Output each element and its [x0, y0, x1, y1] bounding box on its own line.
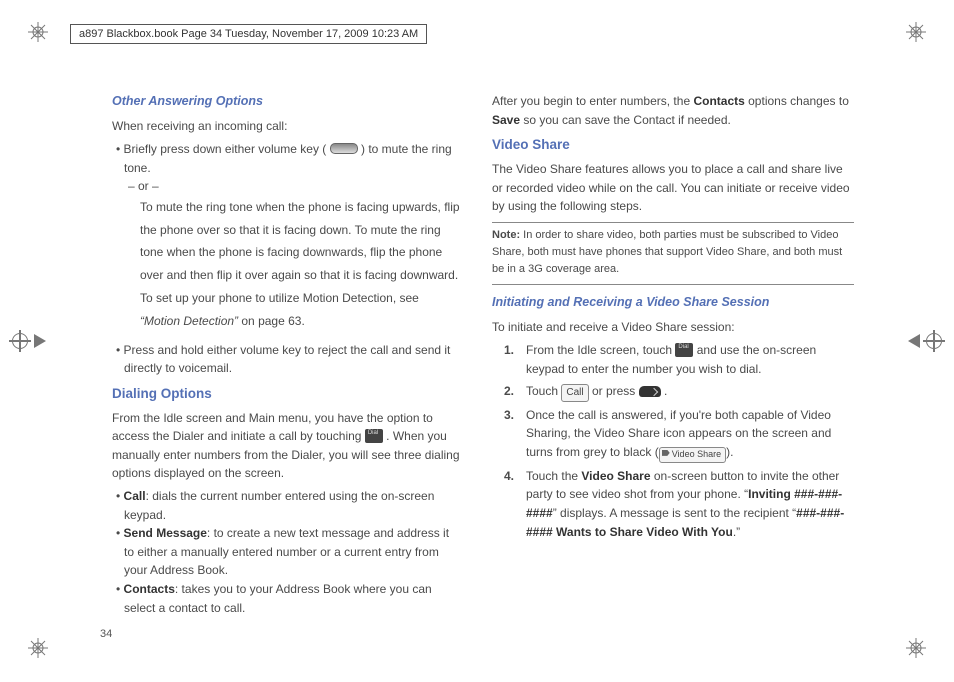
- motion-text: To mute the ring tone when the phone is …: [140, 200, 460, 305]
- heading-video-share: Video Share: [492, 135, 854, 156]
- call-label: Call: [124, 489, 146, 503]
- send-label: Send Message: [124, 526, 207, 540]
- heading-initiating-vs: Initiating and Receiving a Video Share S…: [492, 293, 854, 312]
- dialing-intro-pre: From the Idle screen and Main menu, you …: [112, 411, 433, 444]
- step-number-2: 2.: [504, 382, 526, 402]
- or-divider: – or –: [128, 177, 462, 196]
- motion-detection-link: “Motion Detection”: [140, 314, 238, 328]
- note-body: In order to share video, both parties mu…: [492, 229, 842, 275]
- registration-mark-right: [908, 333, 942, 349]
- bullet-mute-ringtone: Briefly press down either volume key ( )…: [116, 140, 462, 177]
- intro-incoming-call: When receiving an incoming call:: [112, 117, 462, 136]
- step-4-body: Touch the Video Share on-screen button t…: [526, 467, 854, 541]
- note-rule-top: [492, 222, 854, 223]
- page-content: Other Answering Options When receiving a…: [100, 92, 854, 622]
- call-button-icon: Call: [561, 384, 588, 402]
- note-video-share: Note: In order to share video, both part…: [492, 227, 854, 278]
- document-header: a897 Blackbox.book Page 34 Tuesday, Nove…: [70, 24, 427, 44]
- right-column: After you begin to enter numbers, the Co…: [492, 92, 854, 622]
- step-number-4: 4.: [504, 467, 526, 541]
- dial-icon: [675, 343, 693, 357]
- step-2-body: Touch Call or press .: [526, 382, 667, 402]
- crop-mark-bottom-right: [906, 638, 926, 658]
- contacts-label: Contacts: [124, 582, 175, 596]
- step-1-body: From the Idle screen, touch and use the …: [526, 341, 854, 378]
- bullet-contacts: Contacts: takes you to your Address Book…: [116, 580, 462, 617]
- motion-detection-para: To mute the ring tone when the phone is …: [140, 196, 462, 333]
- step-4: 4. Touch the Video Share on-screen butto…: [504, 467, 854, 541]
- step-3: 3. Once the call is answered, if you're …: [504, 406, 854, 463]
- call-desc: : dials the current number entered using…: [124, 489, 434, 522]
- page-number: 34: [100, 628, 112, 640]
- heading-dialing-options: Dialing Options: [112, 384, 462, 405]
- motion-tail: on page 63.: [238, 314, 305, 328]
- contacts-save-note: After you begin to enter numbers, the Co…: [492, 92, 854, 129]
- video-share-intro: The Video Share features allows you to p…: [492, 160, 854, 216]
- heading-other-answering-options: Other Answering Options: [112, 92, 462, 111]
- step-2: 2. Touch Call or press .: [504, 382, 854, 402]
- video-share-icon: Video Share: [659, 447, 726, 463]
- step-3-body: Once the call is answered, if you're bot…: [526, 406, 854, 463]
- crop-mark-top-right: [906, 22, 926, 42]
- send-key-icon: [639, 386, 661, 397]
- dialing-intro: From the Idle screen and Main menu, you …: [112, 409, 462, 483]
- bullet-call: Call: dials the current number entered u…: [116, 487, 462, 524]
- bullet-text-pre: Briefly press down either volume key (: [124, 142, 327, 156]
- step-number-1: 1.: [504, 341, 526, 378]
- left-column: Other Answering Options When receiving a…: [100, 92, 462, 622]
- crop-mark-top-left: [28, 22, 48, 42]
- bullet-send-message: Send Message: to create a new text messa…: [116, 524, 462, 580]
- bullet-reject-call: Press and hold either volume key to reje…: [116, 341, 462, 378]
- registration-mark-left: [12, 333, 46, 349]
- init-lead: To initiate and receive a Video Share se…: [492, 318, 854, 337]
- crop-mark-bottom-left: [28, 638, 48, 658]
- step-number-3: 3.: [504, 406, 526, 463]
- note-label: Note:: [492, 229, 520, 241]
- step-1: 1. From the Idle screen, touch and use t…: [504, 341, 854, 378]
- dial-icon: [365, 429, 383, 443]
- volume-key-icon: [330, 143, 358, 154]
- note-rule-bottom: [492, 284, 854, 285]
